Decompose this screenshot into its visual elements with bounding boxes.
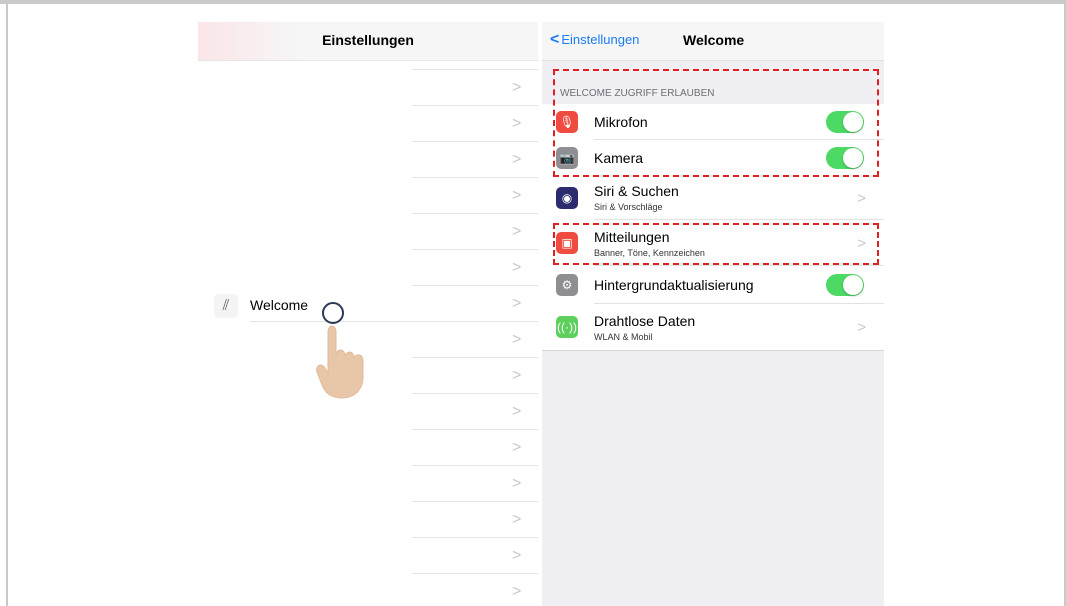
chevron-left-icon: <	[550, 31, 560, 48]
chevron-right-icon[interactable]: >	[512, 512, 521, 528]
list-separator	[412, 537, 538, 538]
navigation-bar: < Einstellungen Welcome	[542, 22, 884, 61]
chevron-right-icon[interactable]: >	[512, 80, 521, 96]
welcome-app-icon: ⫽	[214, 294, 238, 318]
list-separator	[412, 501, 538, 502]
chevron-right-icon[interactable]: >	[512, 368, 521, 384]
antenna-icon: ((·))	[556, 316, 578, 338]
back-button[interactable]: < Einstellungen	[550, 31, 639, 49]
chevron-right-icon[interactable]: >	[512, 224, 521, 240]
list-separator	[412, 393, 538, 394]
chevron-right-icon[interactable]: >	[512, 116, 521, 132]
chevron-right-icon[interactable]: >	[512, 152, 521, 168]
frame-left	[6, 4, 8, 606]
list-separator	[412, 177, 538, 178]
welcome-settings-screen: < Einstellungen Welcome WELCOME ZUGRIFF E…	[542, 22, 884, 606]
settings-header: Einstellungen	[198, 22, 538, 61]
page-title: Welcome	[683, 32, 745, 48]
permission-highlight-box	[553, 69, 879, 177]
hintergrundaktualisierung-row: ⚙ Hintergrundaktualisierung	[542, 266, 884, 304]
settings-item-label: Welcome	[250, 297, 309, 313]
frame-top	[0, 0, 1066, 4]
hand-pointer-icon	[316, 325, 364, 399]
list-separator	[412, 249, 538, 250]
list-separator	[412, 105, 538, 106]
siri-suchen-row[interactable]: ◉ Siri & Suchen Siri & Vorschläge >	[542, 176, 884, 220]
list-separator	[412, 285, 538, 286]
list-separator	[412, 465, 538, 466]
row-title: Hintergrundaktualisierung	[594, 277, 754, 293]
chevron-right-icon[interactable]: >	[512, 404, 521, 420]
settings-title: Einstellungen	[322, 32, 414, 48]
hintergrundaktualisierung-toggle[interactable]	[826, 274, 864, 296]
list-separator	[412, 357, 538, 358]
settings-screen: Einstellungen > > > > > > > > > > > > > …	[198, 22, 538, 606]
list-separator	[412, 69, 538, 70]
row-title: Siri & Suchen	[594, 183, 679, 199]
chevron-right-icon[interactable]: >	[512, 188, 521, 204]
row-title: Drahtlose Daten	[594, 313, 696, 329]
siri-icon: ◉	[556, 187, 578, 209]
drahtlose-daten-row[interactable]: ((·)) Drahtlose Daten WLAN & Mobil >	[542, 304, 884, 351]
row-subtitle: Siri & Vorschläge	[594, 202, 663, 212]
list-separator	[412, 213, 538, 214]
notifications-highlight-box	[553, 223, 879, 265]
chevron-right-icon[interactable]: >	[512, 440, 521, 456]
chevron-right-icon[interactable]: >	[512, 548, 521, 564]
chevron-right-icon[interactable]: >	[512, 476, 521, 492]
list-separator	[412, 429, 538, 430]
list-separator	[412, 573, 538, 574]
toggle-knob	[843, 275, 863, 295]
chevron-right-icon[interactable]: >	[512, 260, 521, 276]
chevron-right-icon: >	[857, 319, 866, 336]
back-label: Einstellungen	[561, 32, 640, 47]
chevron-right-icon[interactable]: >	[512, 584, 521, 600]
gear-icon: ⚙	[556, 274, 578, 296]
list-separator	[412, 141, 538, 142]
chevron-right-icon[interactable]: >	[512, 332, 521, 348]
row-subtitle: WLAN & Mobil	[594, 332, 653, 342]
chevron-right-icon: >	[857, 190, 866, 207]
